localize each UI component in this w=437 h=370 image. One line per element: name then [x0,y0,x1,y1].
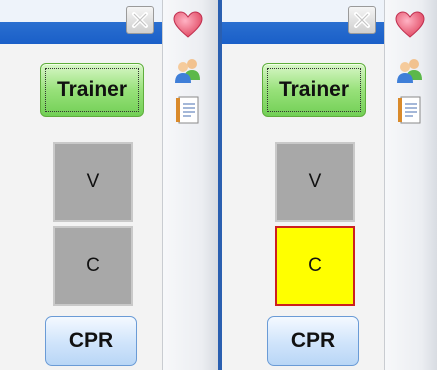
heart-icon [395,11,425,38]
users-button[interactable] [393,55,427,85]
users-icon [175,59,200,83]
v-button[interactable]: V [53,142,133,222]
close-icon [132,12,148,28]
users-button[interactable] [171,55,205,85]
cpr-button[interactable]: CPR [45,316,137,366]
close-icon [354,12,370,28]
notes-button[interactable] [393,95,427,125]
heart-button[interactable] [393,10,427,40]
trainer-label: Trainer [267,68,361,112]
users-icon [397,59,422,83]
title-bar [222,0,384,44]
panel-right: Trainer V C CPR [222,0,437,370]
close-button[interactable] [126,6,154,34]
title-bar [0,0,162,44]
trainer-button[interactable]: Trainer [262,63,366,117]
c-button-active[interactable]: C [275,226,355,306]
main-area: Trainer V C CPR [0,0,163,370]
v-button[interactable]: V [275,142,355,222]
close-button[interactable] [348,6,376,34]
notes-icon [398,96,421,124]
trainer-button[interactable]: Trainer [40,63,144,117]
heart-icon [173,11,203,38]
trainer-label: Trainer [45,68,139,112]
notes-button[interactable] [171,95,205,125]
heart-button[interactable] [171,10,205,40]
main-area: Trainer V C CPR [222,0,385,370]
side-toolbar [385,0,437,370]
notes-icon [176,96,199,124]
side-toolbar [163,0,218,370]
panel-left: Trainer V C CPR [0,0,218,370]
cpr-button[interactable]: CPR [267,316,359,366]
c-button[interactable]: C [53,226,133,306]
